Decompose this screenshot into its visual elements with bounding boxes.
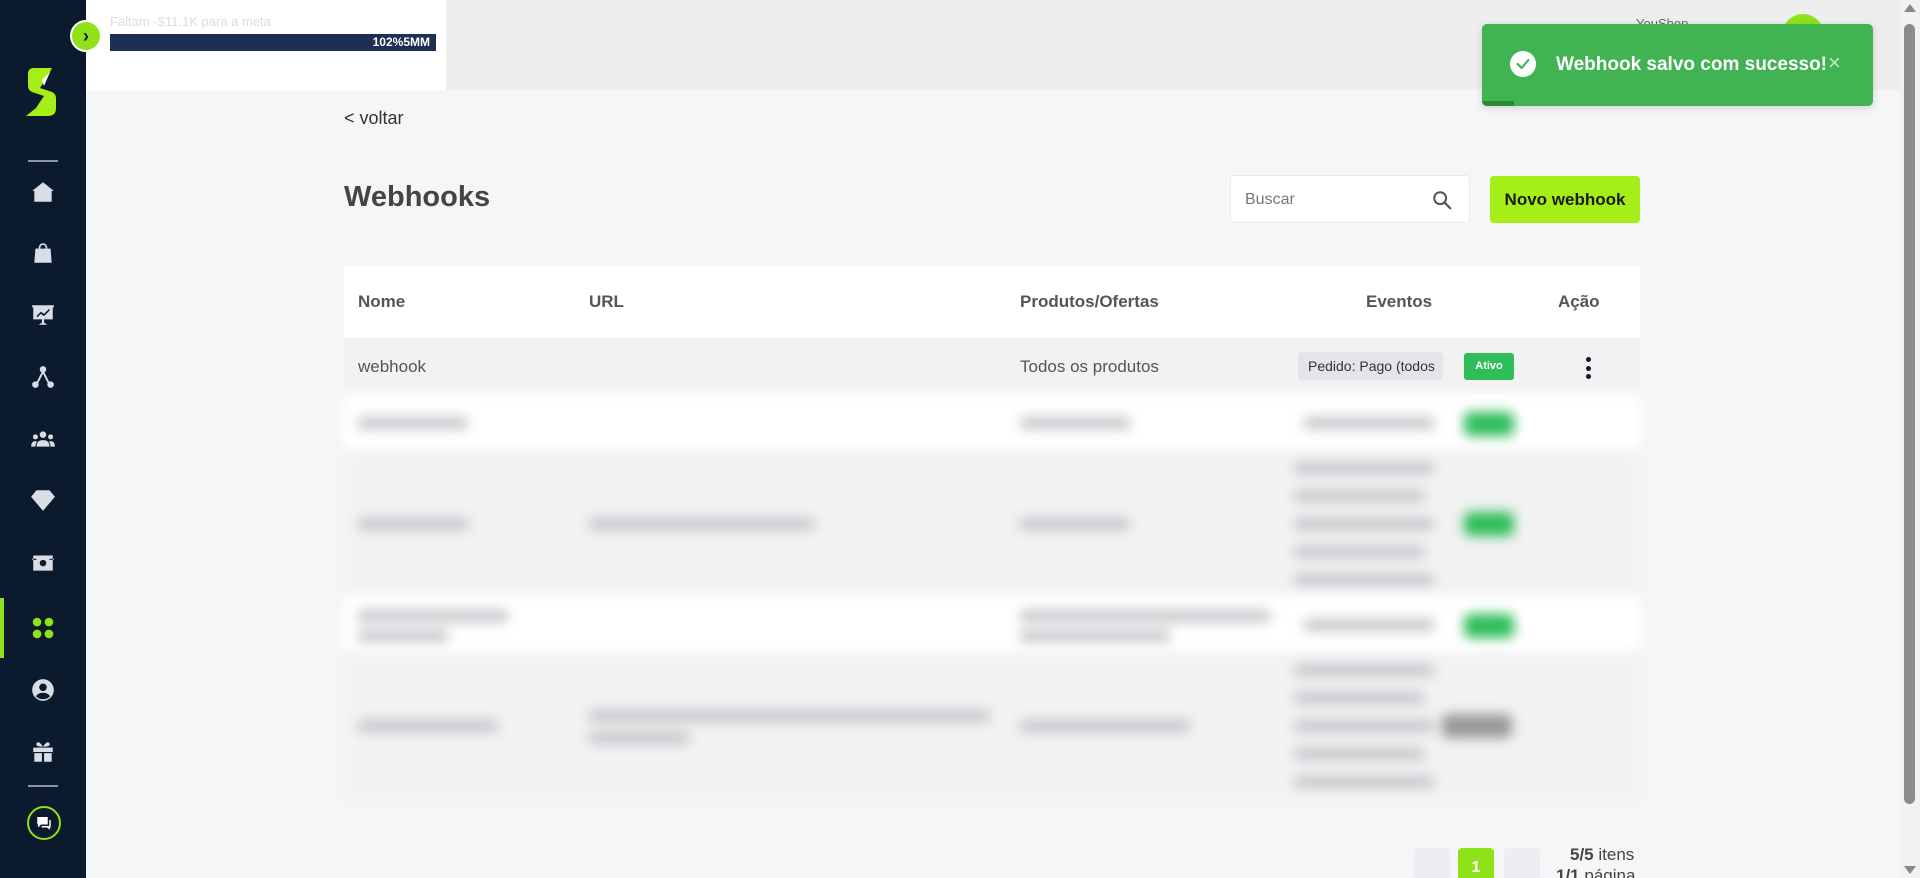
brand-logo-icon[interactable]: [22, 66, 64, 118]
success-toast: Webhook salvo com sucesso! ×: [1482, 24, 1873, 106]
search-icon[interactable]: [1431, 189, 1453, 211]
sidebar-item-dashboard[interactable]: [0, 285, 86, 345]
table-row-obscured: [344, 654, 1640, 798]
sidebar-item-shop[interactable]: [0, 223, 86, 283]
goal-target: 5MM: [403, 35, 430, 49]
page-scrollbar[interactable]: [1900, 0, 1920, 878]
goal-percent: 102%: [372, 35, 404, 49]
network-icon: [32, 366, 54, 388]
sidebar-item-finance[interactable]: [0, 532, 86, 592]
chat-icon: [37, 817, 51, 830]
status-badge: Ativo: [1464, 353, 1514, 380]
chat-support-button[interactable]: [27, 806, 61, 840]
sidebar-item-home[interactable]: [0, 162, 86, 222]
sidebar-item-rewards[interactable]: [0, 722, 86, 782]
sidebar-item-premium[interactable]: [0, 470, 86, 530]
goal-text: Faltam -$11.1K para a meta: [110, 14, 271, 29]
column-header-action: Ação: [1558, 292, 1600, 311]
check-circle-icon: [1510, 51, 1536, 77]
presentation-chart-icon: [32, 305, 54, 325]
sidebar-expand-button[interactable]: ›: [70, 20, 102, 52]
table-row-obscured: [344, 596, 1640, 654]
close-icon[interactable]: ×: [1828, 50, 1841, 76]
sidebar: [0, 0, 86, 878]
new-webhook-button[interactable]: Novo webhook: [1490, 176, 1640, 223]
pagination-prev-button[interactable]: [1414, 848, 1450, 878]
pagination-page-button[interactable]: 1: [1458, 848, 1494, 878]
chevron-right-icon: ›: [83, 25, 89, 46]
column-header-name: Nome: [358, 292, 406, 311]
toast-message: Webhook salvo com sucesso!: [1556, 54, 1828, 75]
table-row-obscured: [344, 394, 1640, 452]
items-count: 5/5 itens: [1570, 845, 1635, 864]
page-title: Webhooks: [344, 181, 491, 213]
table-row[interactable]: webhook Todos os produtos Pedido: Pago (…: [344, 338, 1640, 394]
scroll-down-icon[interactable]: [1904, 866, 1916, 874]
diamond-icon: [31, 490, 55, 511]
back-link[interactable]: < voltar: [344, 108, 404, 129]
webhook-name: webhook: [358, 357, 427, 376]
column-header-url: URL: [589, 292, 624, 311]
home-icon: [32, 182, 54, 202]
search-box: [1230, 175, 1470, 223]
goal-progress-bar: 102%5MM: [110, 34, 436, 51]
sidebar-divider: [28, 785, 58, 787]
table-row-obscured: [344, 452, 1640, 596]
webhooks-table: Nome URL Produtos/Ofertas Eventos Ação w…: [344, 266, 1640, 798]
user-circle-icon: [32, 679, 54, 701]
sidebar-item-affiliates[interactable]: [0, 347, 86, 407]
more-actions-icon[interactable]: [1576, 354, 1600, 382]
sidebar-item-apps[interactable]: [0, 598, 86, 658]
table-header: Nome URL Produtos/Ofertas Eventos Ação: [344, 266, 1640, 338]
search-input[interactable]: [1245, 188, 1425, 212]
page-count: 1/1 página: [1556, 866, 1636, 878]
users-group-icon: [31, 431, 55, 447]
webhook-products: Todos os produtos: [1020, 357, 1159, 376]
wallet-icon: [32, 555, 54, 571]
goal-card[interactable]: Faltam -$11.1K para a meta 102%5MM: [86, 0, 446, 90]
event-tag: Pedido: Pago (todos: [1298, 352, 1443, 380]
toast-progress: [1482, 101, 1514, 106]
column-header-events: Eventos: [1366, 292, 1433, 311]
apps-grid-icon: [32, 617, 54, 639]
sidebar-item-customers[interactable]: [0, 409, 86, 469]
pagination-next-button[interactable]: [1504, 848, 1540, 878]
shopping-bag-icon: [34, 243, 52, 263]
sidebar-item-account[interactable]: [0, 660, 86, 720]
scrollbar-thumb[interactable]: [1904, 24, 1915, 804]
scroll-up-icon[interactable]: [1904, 4, 1916, 12]
gift-icon: [33, 742, 53, 762]
column-header-products: Produtos/Ofertas: [1020, 292, 1159, 311]
